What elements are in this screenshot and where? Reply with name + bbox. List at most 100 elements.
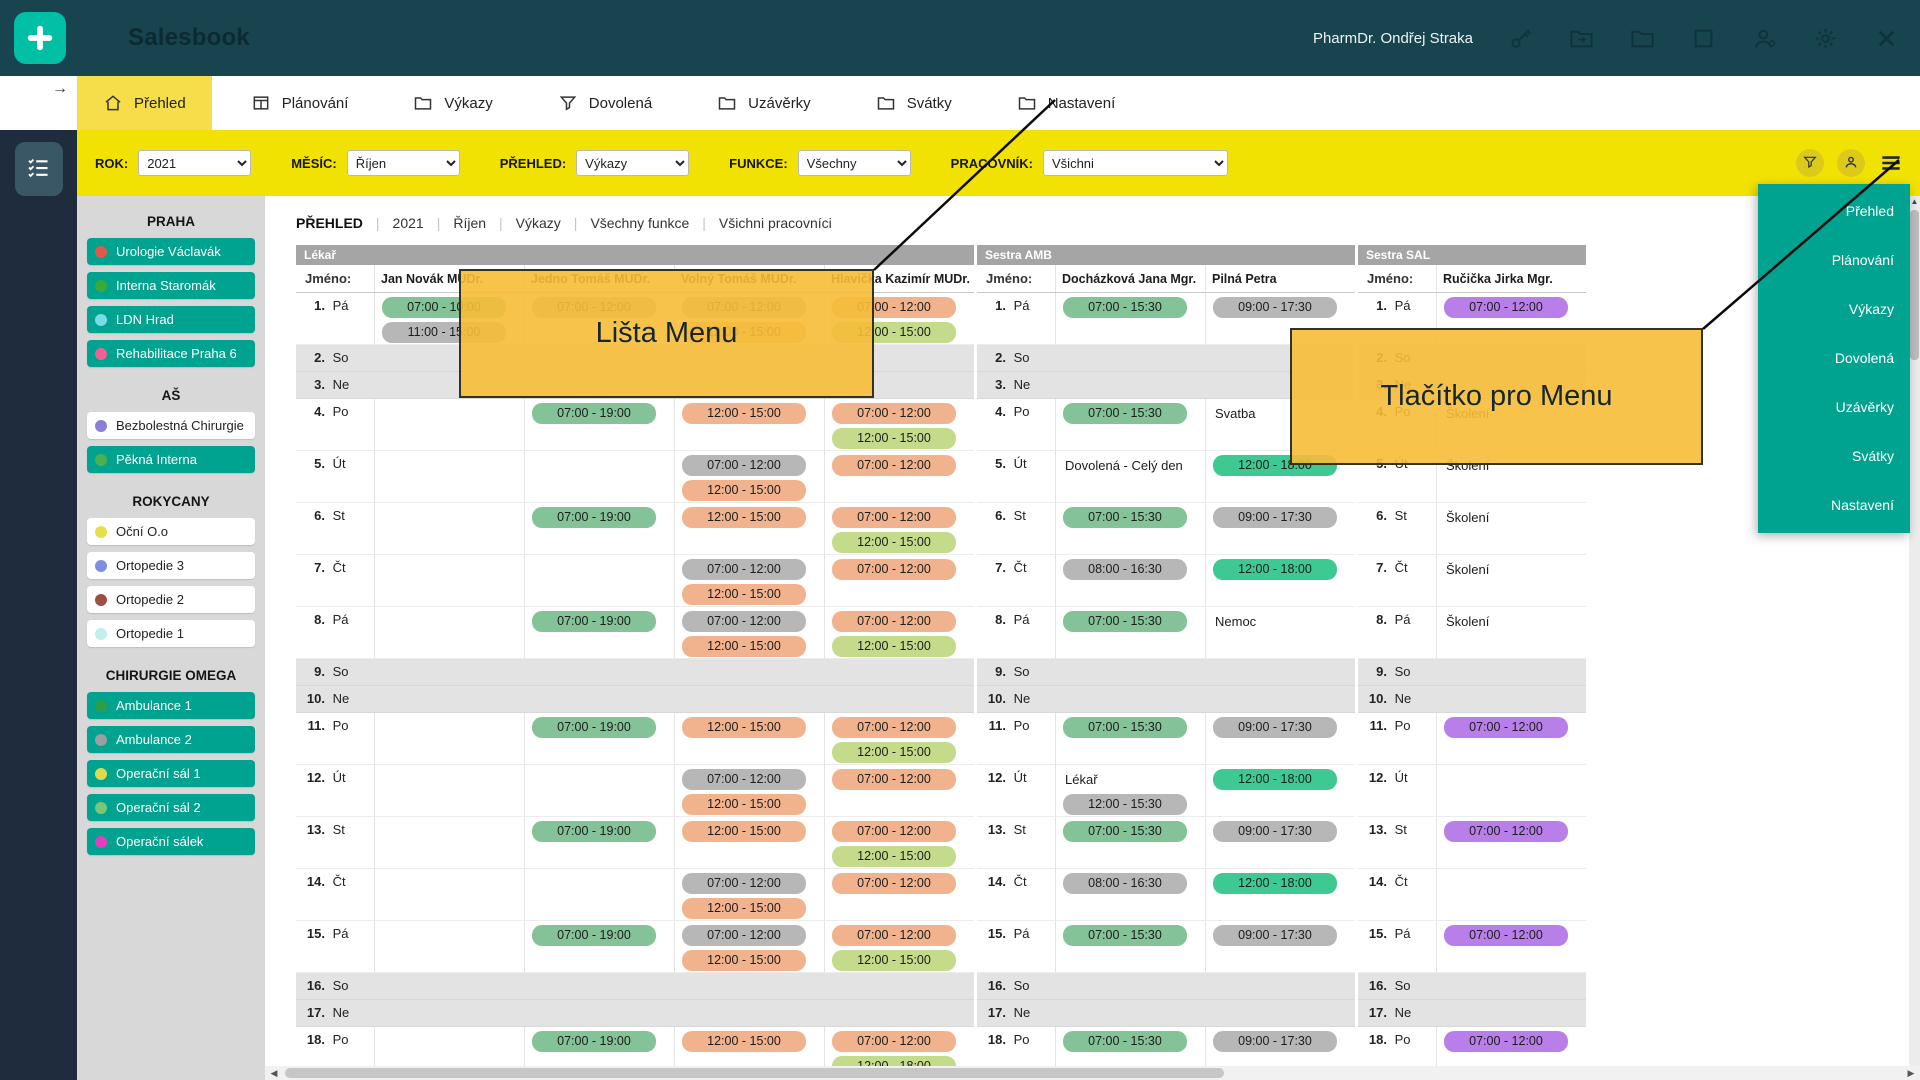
sidebar-item[interactable]: Rehabilitace Praha 6 xyxy=(87,340,255,367)
shift-badge[interactable]: 12:00 - 18:00 xyxy=(1213,559,1337,580)
shift-badge[interactable]: 09:00 - 17:30 xyxy=(1213,507,1337,528)
shift-badge[interactable]: 12:00 - 15:00 xyxy=(832,636,956,657)
shift-badge[interactable]: 12:00 - 15:00 xyxy=(682,794,806,815)
shift-badge[interactable]: 12:00 - 15:00 xyxy=(682,507,806,528)
sidebar-item[interactable]: Operační sál 2 xyxy=(87,794,255,821)
shift-badge[interactable]: 08:00 - 16:30 xyxy=(1063,559,1187,580)
shift-badge[interactable]: 12:00 - 15:00 xyxy=(682,403,806,424)
horizontal-scrollbar[interactable]: ◀ ▶ xyxy=(265,1066,1920,1080)
shift-badge[interactable]: 09:00 - 17:30 xyxy=(1213,717,1337,738)
shift-badge[interactable]: 07:00 - 19:00 xyxy=(532,611,656,632)
shift-badge[interactable]: 12:00 - 15:00 xyxy=(832,532,956,553)
shift-badge[interactable]: 07:00 - 12:00 xyxy=(682,769,806,790)
shift-badge[interactable]: 12:00 - 15:00 xyxy=(832,950,956,971)
shift-badge[interactable]: 12:00 - 15:00 xyxy=(832,428,956,449)
sidebar-item[interactable]: Pěkná Interna xyxy=(87,446,255,473)
tab-svatky[interactable]: Svátky xyxy=(850,76,978,130)
shift-badge[interactable]: 07:00 - 15:30 xyxy=(1063,925,1187,946)
shift-badge[interactable]: 12:00 - 15:00 xyxy=(832,742,956,763)
shift-badge[interactable]: 07:00 - 12:00 xyxy=(832,611,956,632)
shift-note[interactable]: Lékař xyxy=(1065,770,1205,790)
breadcrumb-item[interactable]: Všichni pracovníci xyxy=(719,215,832,231)
shift-note[interactable]: Školení xyxy=(1446,560,1586,580)
user-circle-button[interactable] xyxy=(1837,149,1865,177)
shift-badge[interactable]: 12:00 - 15:00 xyxy=(682,898,806,919)
sidebar-item[interactable]: Bezbolestná Chirurgie xyxy=(87,412,255,439)
menu-button[interactable] xyxy=(1878,150,1904,176)
shift-note[interactable]: Nemoc xyxy=(1215,612,1355,632)
breadcrumb-item[interactable]: Výkazy xyxy=(516,215,561,231)
tab-prehled[interactable]: Přehled xyxy=(77,76,212,130)
tab-nastaveni[interactable]: Nastavení xyxy=(991,76,1142,130)
shift-badge[interactable]: 12:00 - 15:00 xyxy=(682,821,806,842)
sidebar-item[interactable]: Interna Staromák xyxy=(87,272,255,299)
filter-select-pracovnik[interactable]: Všichni xyxy=(1043,150,1228,176)
sidebar-item[interactable]: Ambulance 2 xyxy=(87,726,255,753)
shift-badge[interactable]: 07:00 - 12:00 xyxy=(1444,925,1568,946)
shift-badge[interactable]: 07:00 - 12:00 xyxy=(832,455,956,476)
shift-badge[interactable]: 07:00 - 19:00 xyxy=(532,821,656,842)
shift-badge[interactable]: 07:00 - 12:00 xyxy=(1444,821,1568,842)
shift-badge[interactable]: 07:00 - 12:00 xyxy=(832,717,956,738)
breadcrumb-item[interactable]: Všechny funkce xyxy=(590,215,689,231)
sidebar-item[interactable]: Ambulance 1 xyxy=(87,692,255,719)
window-icon[interactable] xyxy=(1690,25,1717,52)
shift-badge[interactable]: 09:00 - 17:30 xyxy=(1213,925,1337,946)
shift-badge[interactable]: 07:00 - 15:30 xyxy=(1063,611,1187,632)
breadcrumb-item[interactable]: 2021 xyxy=(393,215,424,231)
shift-badge[interactable]: 07:00 - 19:00 xyxy=(532,1031,656,1052)
folder-icon[interactable] xyxy=(1629,25,1656,52)
shift-badge[interactable]: 07:00 - 12:00 xyxy=(832,507,956,528)
shift-badge[interactable]: 12:00 - 15:00 xyxy=(682,1031,806,1052)
shift-badge[interactable]: 07:00 - 12:00 xyxy=(1444,297,1568,318)
scroll-right-arrow-icon[interactable]: ▶ xyxy=(1902,1066,1920,1080)
shift-badge[interactable]: 12:00 - 18:00 xyxy=(1213,769,1337,790)
shift-badge[interactable]: 12:00 - 15:00 xyxy=(682,717,806,738)
shift-badge[interactable]: 12:00 - 15:00 xyxy=(832,846,956,867)
user-settings-icon[interactable] xyxy=(1751,25,1778,52)
shift-badge[interactable]: 07:00 - 15:30 xyxy=(1063,821,1187,842)
horizontal-scrollbar-thumb[interactable] xyxy=(285,1068,1224,1078)
filter-select-rok[interactable]: 2021 xyxy=(138,150,251,176)
side-menu-item[interactable]: Svátky xyxy=(1758,432,1910,481)
filter-select-prehled[interactable]: Výkazy xyxy=(576,150,689,176)
sidebar-item[interactable]: Operační sál 1 xyxy=(87,760,255,787)
shift-badge[interactable]: 07:00 - 12:00 xyxy=(682,873,806,894)
shift-badge[interactable]: 09:00 - 17:30 xyxy=(1213,297,1337,318)
close-icon[interactable] xyxy=(1873,25,1900,52)
shift-badge[interactable]: 12:00 - 15:00 xyxy=(682,950,806,971)
shift-badge[interactable]: 09:00 - 17:30 xyxy=(1213,1031,1337,1052)
shift-badge[interactable]: 12:00 - 15:00 xyxy=(682,636,806,657)
shift-badge[interactable]: 07:00 - 12:00 xyxy=(832,559,956,580)
shift-badge[interactable]: 07:00 - 12:00 xyxy=(832,925,956,946)
side-menu-item[interactable]: Dovolená xyxy=(1758,334,1910,383)
shift-badge[interactable]: 12:00 - 15:00 xyxy=(682,480,806,501)
shift-note[interactable]: Dovolená - Celý den xyxy=(1065,456,1205,476)
shift-badge[interactable]: 07:00 - 15:30 xyxy=(1063,717,1187,738)
shift-badge[interactable]: 07:00 - 12:00 xyxy=(682,559,806,580)
scroll-left-arrow-icon[interactable]: ◀ xyxy=(265,1066,283,1080)
filter-select-mesic[interactable]: Říjen xyxy=(347,150,460,176)
shift-badge[interactable]: 07:00 - 19:00 xyxy=(532,925,656,946)
shift-badge[interactable]: 07:00 - 15:30 xyxy=(1063,403,1187,424)
shift-badge[interactable]: 07:00 - 12:00 xyxy=(682,611,806,632)
breadcrumb-item[interactable]: PŘEHLED xyxy=(296,215,363,231)
shift-badge[interactable]: 07:00 - 12:00 xyxy=(682,925,806,946)
shift-badge[interactable]: 12:00 - 18:00 xyxy=(1213,873,1337,894)
sidebar-item[interactable]: Oční O.o xyxy=(87,518,255,545)
shift-badge[interactable]: 07:00 - 12:00 xyxy=(832,1031,956,1052)
checklist-button[interactable] xyxy=(15,142,63,196)
shift-badge[interactable]: 07:00 - 12:00 xyxy=(832,821,956,842)
gear-icon[interactable] xyxy=(1812,25,1839,52)
breadcrumb-item[interactable]: Říjen xyxy=(453,215,486,231)
vertical-scrollbar-thumb[interactable] xyxy=(1910,210,1919,360)
sidebar-item[interactable]: Urologie Václavák xyxy=(87,238,255,265)
key-icon[interactable] xyxy=(1507,25,1534,52)
shift-badge[interactable]: 07:00 - 19:00 xyxy=(532,403,656,424)
vertical-scrollbar[interactable]: ▲ xyxy=(1909,196,1920,1080)
side-menu-item[interactable]: Přehled xyxy=(1758,187,1910,236)
shift-badge[interactable]: 12:00 - 15:00 xyxy=(682,584,806,605)
shift-badge[interactable]: 07:00 - 19:00 xyxy=(532,507,656,528)
sidebar-item[interactable]: Operační sálek xyxy=(87,828,255,855)
shift-badge[interactable]: 08:00 - 16:30 xyxy=(1063,873,1187,894)
